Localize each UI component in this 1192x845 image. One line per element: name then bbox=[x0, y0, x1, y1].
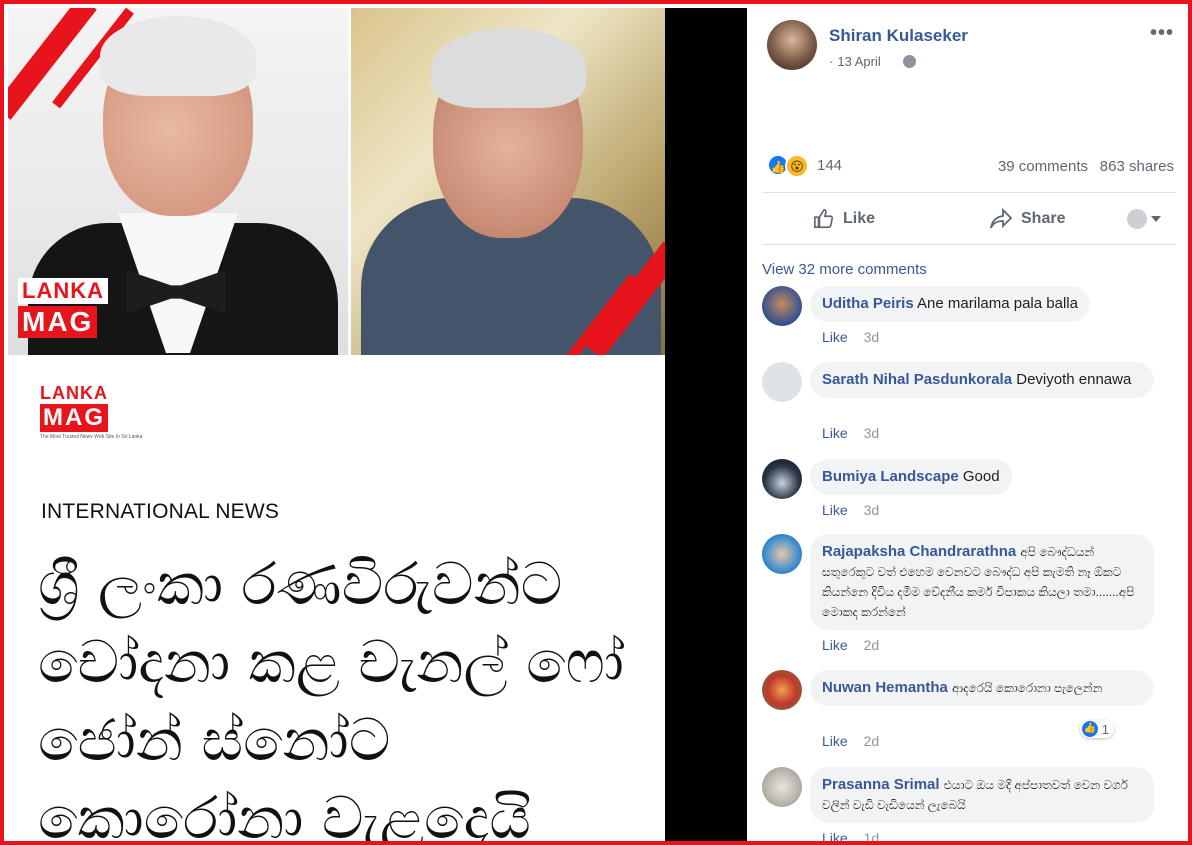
comment-bubble: Bumiya Landscape Good bbox=[810, 459, 1012, 495]
more-options-icon[interactable]: ••• bbox=[1150, 22, 1174, 45]
commenter-name[interactable]: Sarath Nihal Pasdunkorala bbox=[822, 371, 1012, 388]
divider bbox=[763, 244, 1176, 245]
comment-meta: Like 1d bbox=[822, 830, 880, 841]
comment-reaction-badge[interactable]: 👍 1 bbox=[1079, 720, 1114, 738]
commenter-avatar[interactable] bbox=[762, 767, 802, 807]
post-date[interactable]: · 13 April bbox=[829, 54, 881, 69]
author-name[interactable]: Shiran Kulaseker bbox=[829, 26, 968, 46]
comment-meta: Like 2d bbox=[822, 733, 879, 749]
screenshot-frame: LANKA MAG LANKA MAG The Most Trusted New… bbox=[0, 0, 1192, 845]
comment-like-link[interactable]: Like bbox=[822, 830, 848, 841]
post-side-panel: Shiran Kulaseker · 13 April ••• 👍 😮 144 3… bbox=[747, 8, 1188, 841]
logo-bottom-text: MAG bbox=[18, 306, 98, 338]
commenter-avatar[interactable] bbox=[762, 670, 802, 710]
logo-top-text: LANKA bbox=[18, 278, 108, 304]
comment-time[interactable]: 2d bbox=[864, 637, 880, 653]
comment-meta: Like 3d bbox=[822, 502, 879, 518]
comments-count-link[interactable]: 39 comments bbox=[998, 158, 1088, 175]
commenter-name[interactable]: Rajapaksha Chandrarathna bbox=[822, 543, 1016, 560]
lankamag-logo: LANKA MAG The Most Trusted News Web Site… bbox=[40, 383, 142, 440]
lankamag-logo-overlay: LANKA MAG bbox=[18, 278, 123, 340]
commenter-name[interactable]: Nuwan Hemantha bbox=[822, 679, 948, 696]
comment-bubble: Prasanna Srimal එයාට ඔය මදි අප්පාතවත් වෙ… bbox=[810, 767, 1154, 823]
post-date-text[interactable]: 13 April bbox=[837, 54, 880, 69]
comment-bubble: Uditha Peiris Ane marilama pala balla bbox=[810, 286, 1090, 322]
like-label: Like bbox=[843, 210, 876, 227]
globe-icon bbox=[903, 55, 916, 68]
share-button[interactable]: Share bbox=[989, 204, 1065, 234]
comment-like-link[interactable]: Like bbox=[822, 733, 848, 749]
article-category: INTERNATIONAL NEWS bbox=[41, 500, 280, 523]
comment-meta: Like 2d bbox=[822, 637, 879, 653]
reaction-count: 144 bbox=[817, 157, 843, 174]
comment-like-link[interactable]: Like bbox=[822, 425, 848, 441]
comment-text: Deviyoth ennawa bbox=[1016, 371, 1132, 388]
comment-bubble: Nuwan Hemantha ආදරෙයි කොරොනා පැලෙන්න bbox=[810, 670, 1154, 706]
comment-text: Good bbox=[962, 468, 1000, 485]
share-label: Share bbox=[1021, 210, 1066, 227]
comment-text: Ane marilama pala balla bbox=[917, 295, 1078, 312]
user-avatar-icon bbox=[1127, 209, 1147, 229]
shares-count-link[interactable]: 863 shares bbox=[1100, 158, 1174, 175]
person-hair bbox=[431, 28, 586, 108]
comment-as-selector[interactable] bbox=[1127, 204, 1161, 234]
comment-meta: Like 3d bbox=[822, 425, 879, 441]
like-button[interactable]: Like bbox=[813, 204, 875, 234]
commenter-avatar[interactable] bbox=[762, 459, 802, 499]
comment-text: ආදරෙයි කොරොනා පැලෙන්න bbox=[952, 681, 1103, 695]
comment-time[interactable]: 3d bbox=[864, 329, 880, 345]
article-card: LANKA MAG The Most Trusted News Web Site… bbox=[8, 355, 665, 845]
logo-small-top: LANKA bbox=[40, 383, 108, 403]
photo-right bbox=[351, 8, 665, 355]
post-image[interactable]: LANKA MAG LANKA MAG The Most Trusted New… bbox=[8, 8, 665, 845]
comment-reaction-count: 1 bbox=[1101, 721, 1109, 737]
separator bbox=[665, 8, 747, 841]
commenter-avatar[interactable] bbox=[762, 534, 802, 574]
view-more-comments-link[interactable]: View 32 more comments bbox=[762, 261, 927, 278]
photo-left: LANKA MAG bbox=[8, 8, 348, 355]
comment-time[interactable]: 1d bbox=[864, 830, 880, 841]
chevron-down-icon bbox=[1151, 216, 1161, 222]
comment-time[interactable]: 3d bbox=[864, 425, 880, 441]
person-hair bbox=[100, 16, 256, 96]
comment-like-link[interactable]: Like bbox=[822, 502, 848, 518]
comment-bubble: Rajapaksha Chandrarathna අපි බෞද්ධයන් සත… bbox=[810, 534, 1154, 630]
divider bbox=[763, 192, 1176, 193]
thumbs-up-icon bbox=[814, 209, 834, 229]
logo-small-bottom: MAG bbox=[40, 404, 108, 432]
commenter-name[interactable]: Prasanna Srimal bbox=[822, 776, 940, 793]
commenter-name[interactable]: Bumiya Landscape bbox=[822, 468, 959, 485]
comment-time[interactable]: 3d bbox=[864, 502, 880, 518]
wow-reaction-icon: 😮 bbox=[785, 154, 809, 178]
like-reaction-icon: 👍 bbox=[1081, 721, 1098, 737]
comment-meta: Like 3d bbox=[822, 329, 879, 345]
comment-like-link[interactable]: Like bbox=[822, 329, 848, 345]
commenter-avatar[interactable] bbox=[762, 362, 802, 402]
author-avatar[interactable] bbox=[767, 20, 817, 70]
comment-bubble: Sarath Nihal Pasdunkorala Deviyoth ennaw… bbox=[810, 362, 1154, 398]
article-headline: ශ්‍රී ලංකා රණවිරුවන්ට චෝදනා කළ චැනල් ෆෝ … bbox=[38, 550, 624, 845]
share-arrow-icon bbox=[990, 208, 1013, 229]
commenter-avatar[interactable] bbox=[762, 286, 802, 326]
logo-tagline: The Most Trusted News Web Site In Sri La… bbox=[40, 434, 143, 440]
comment-time[interactable]: 2d bbox=[864, 733, 880, 749]
comment-like-link[interactable]: Like bbox=[822, 637, 848, 653]
commenter-name[interactable]: Uditha Peiris bbox=[822, 295, 914, 312]
